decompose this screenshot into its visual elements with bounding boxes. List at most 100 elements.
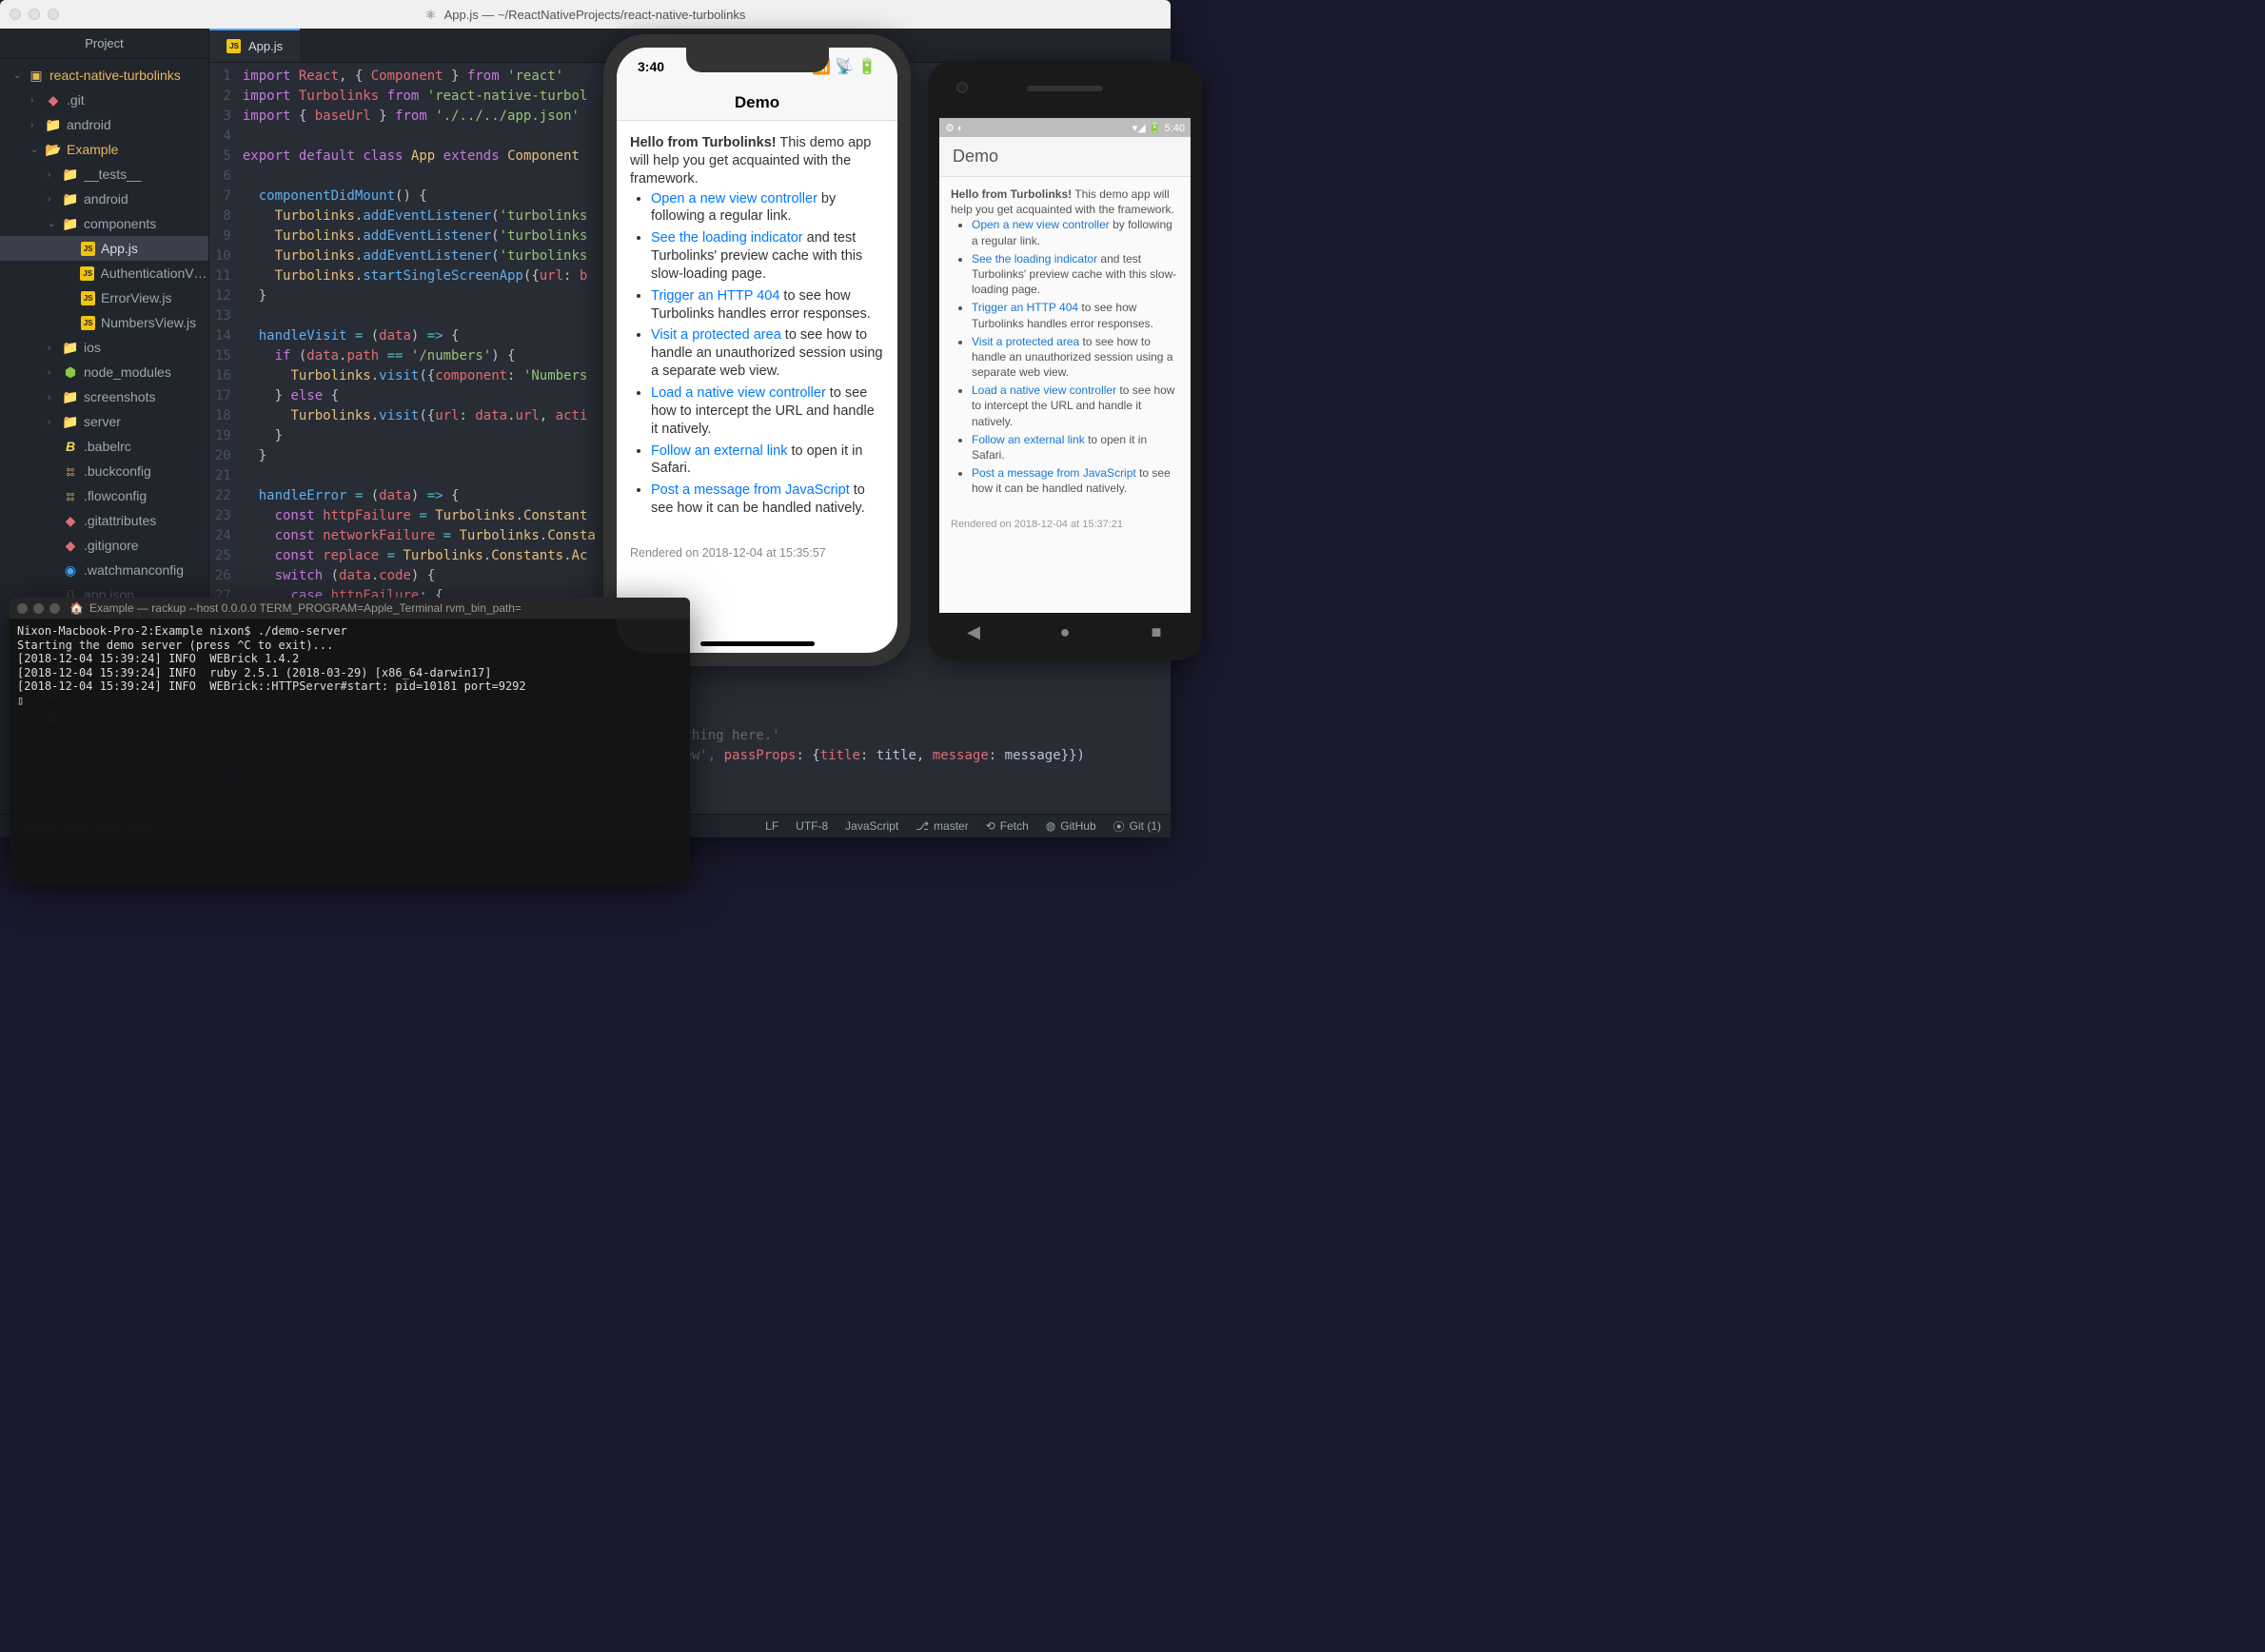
android-rendered: Rendered on 2018-12-04 at 15:37:21 [939, 509, 1191, 540]
tree-label: ErrorView.js [101, 290, 171, 305]
chevron-icon: › [48, 367, 57, 378]
chevron-down-icon: ⌄ [13, 70, 23, 81]
android-list-item: Follow an external link to open it in Sa… [972, 432, 1179, 462]
tree-item-authenticationview[interactable]: JSAuthenticationView [0, 261, 208, 285]
tree-item-components[interactable]: ⌄📁components [0, 211, 208, 236]
chevron-icon: › [30, 120, 40, 130]
android-link[interactable]: Open a new view controller [972, 218, 1110, 231]
android-link[interactable]: Visit a protected area [972, 335, 1079, 348]
ios-link[interactable]: Follow an external link [651, 443, 787, 459]
folder-icon: 📁 [63, 191, 78, 206]
terminal-window[interactable]: 🏠 Example — rackup --host 0.0.0.0 TERM_P… [10, 598, 690, 883]
android-home-button[interactable]: ● [1056, 623, 1073, 640]
term-maximize-icon[interactable] [49, 603, 60, 614]
android-link[interactable]: Post a message from JavaScript [972, 466, 1136, 480]
folder-open-icon: 📂 [46, 142, 61, 157]
term-minimize-icon[interactable] [33, 603, 44, 614]
tree-item-gitignore[interactable]: ◆.gitignore [0, 533, 208, 558]
folder-icon: 📁 [63, 340, 78, 355]
js-icon: JS [80, 241, 95, 256]
status-lang[interactable]: JavaScript [845, 819, 898, 833]
tree-item-example[interactable]: ⌄📂Example [0, 137, 208, 162]
term-close-icon[interactable] [17, 603, 28, 614]
ios-link[interactable]: Visit a protected area [651, 327, 781, 343]
ios-link[interactable]: Load a native view controller [651, 385, 826, 401]
babel-icon: B [63, 439, 78, 454]
ios-list-item: Visit a protected area to see how to han… [651, 326, 884, 381]
android-screen[interactable]: ⚙ ◐ ▾◢ 🔋 5:40 Demo Hello from Turbolinks… [939, 118, 1191, 613]
chevron-icon: › [48, 194, 57, 205]
tree-item-watchmanconfig[interactable]: ◉.watchmanconfig [0, 558, 208, 582]
status-encoding[interactable]: UTF-8 [796, 819, 828, 833]
status-fetch[interactable]: ⟲Fetch [986, 819, 1029, 833]
tree-item-server[interactable]: ›📁server [0, 409, 208, 434]
tree-label: server [84, 414, 121, 429]
js-icon: JS [80, 315, 95, 330]
android-headline: Hello from Turbolinks! [951, 187, 1072, 201]
status-lf[interactable]: LF [765, 819, 778, 833]
android-link[interactable]: Trigger an HTTP 404 [972, 301, 1078, 314]
tree-item-errorviewjs[interactable]: JSErrorView.js [0, 285, 208, 310]
tree-label: android [67, 117, 111, 132]
node-icon: ⬢ [63, 364, 78, 380]
folder-icon: 📁 [46, 117, 61, 132]
tree-item-appjs[interactable]: JS App.js [0, 236, 208, 261]
chevron-icon: › [30, 95, 40, 106]
android-link[interactable]: See the loading indicator [972, 252, 1097, 266]
tree-item-git[interactable]: ›◆.git [0, 88, 208, 112]
github-icon: ◍ [1046, 819, 1055, 833]
android-list-item: See the loading indicator and test Turbo… [972, 251, 1179, 298]
chevron-icon: ⌄ [30, 145, 40, 155]
android-link[interactable]: Follow an external link [972, 433, 1085, 446]
ios-link[interactable]: Post a message from JavaScript [651, 482, 850, 498]
minimize-icon[interactable] [29, 9, 40, 20]
tree-label: .gitattributes [84, 513, 156, 528]
ios-link[interactable]: See the loading indicator [651, 230, 803, 246]
android-list-item: Open a new view controller by following … [972, 217, 1179, 247]
branch-icon: ⎇ [916, 819, 929, 833]
tree-item-android[interactable]: › 📁 android [0, 187, 208, 211]
maximize-icon[interactable] [48, 9, 59, 20]
android-device: ⚙ ◐ ▾◢ 🔋 5:40 Demo Hello from Turbolinks… [928, 61, 1202, 660]
android-status-left: ⚙ ◐ [945, 122, 964, 134]
terminal-title-bar: 🏠 Example — rackup --host 0.0.0.0 TERM_P… [10, 598, 690, 619]
close-icon[interactable] [10, 9, 21, 20]
status-git[interactable]: ⦿Git (1) [1113, 818, 1161, 835]
tree-root[interactable]: ⌄ ▣ react-native-turbolinks [0, 63, 208, 88]
home-indicator[interactable] [700, 641, 815, 646]
sidebar-header: Project [0, 29, 208, 59]
chevron-icon: › [48, 343, 57, 353]
tree-item-tests[interactable]: ›📁__tests__ [0, 162, 208, 187]
terminal-title: Example — rackup --host 0.0.0.0 TERM_PRO… [89, 601, 522, 615]
tree-label: .gitignore [84, 538, 139, 553]
tree-item-android[interactable]: › 📁 android [0, 112, 208, 137]
tree-item-buckconfig[interactable]: ⦂⦂.buckconfig [0, 459, 208, 483]
status-github[interactable]: ◍GitHub [1046, 819, 1096, 833]
ios-screen[interactable]: 3:40 📶 📡 🔋 Demo Hello from Turbolinks! T… [617, 48, 897, 653]
android-link[interactable]: Load a native view controller [972, 384, 1116, 397]
tree-item-numbersviewjs[interactable]: JSNumbersView.js [0, 310, 208, 335]
status-branch[interactable]: ⎇master [916, 819, 969, 833]
tab-appjs[interactable]: JS App.js [209, 29, 300, 62]
tree-label: android [84, 191, 128, 206]
ios-link[interactable]: Trigger an HTTP 404 [651, 288, 779, 304]
tree-label: .watchmanconfig [84, 562, 184, 578]
android-back-button[interactable]: ◀ [965, 623, 982, 640]
tree-label: components [84, 216, 156, 231]
tree-label: .babelrc [84, 439, 131, 454]
ios-simulator: 3:40 📶 📡 🔋 Demo Hello from Turbolinks! T… [603, 34, 911, 666]
tree-label: App.js [101, 241, 138, 256]
android-content: Hello from Turbolinks! This demo app wil… [939, 177, 1191, 509]
js-icon: JS [80, 266, 95, 281]
tree-item-babelrc[interactable]: B .babelrc [0, 434, 208, 459]
terminal-body[interactable]: Nixon-Macbook-Pro-2:Example nixon$ ./dem… [10, 619, 690, 713]
tree-item-ios[interactable]: ›📁ios [0, 335, 208, 360]
tree-item-screenshots[interactable]: ›📁screenshots [0, 384, 208, 409]
ios-link[interactable]: Open a new view controller [651, 191, 817, 206]
tree-label: screenshots [84, 389, 155, 404]
git-icon: ◆ [46, 92, 61, 108]
tree-item-flowconfig[interactable]: ⦂⦂.flowconfig [0, 483, 208, 508]
tree-item-nodemodules[interactable]: ›⬢node_modules [0, 360, 208, 384]
android-recent-button[interactable]: ■ [1148, 623, 1165, 640]
tree-item-gitattributes[interactable]: ◆.gitattributes [0, 508, 208, 533]
